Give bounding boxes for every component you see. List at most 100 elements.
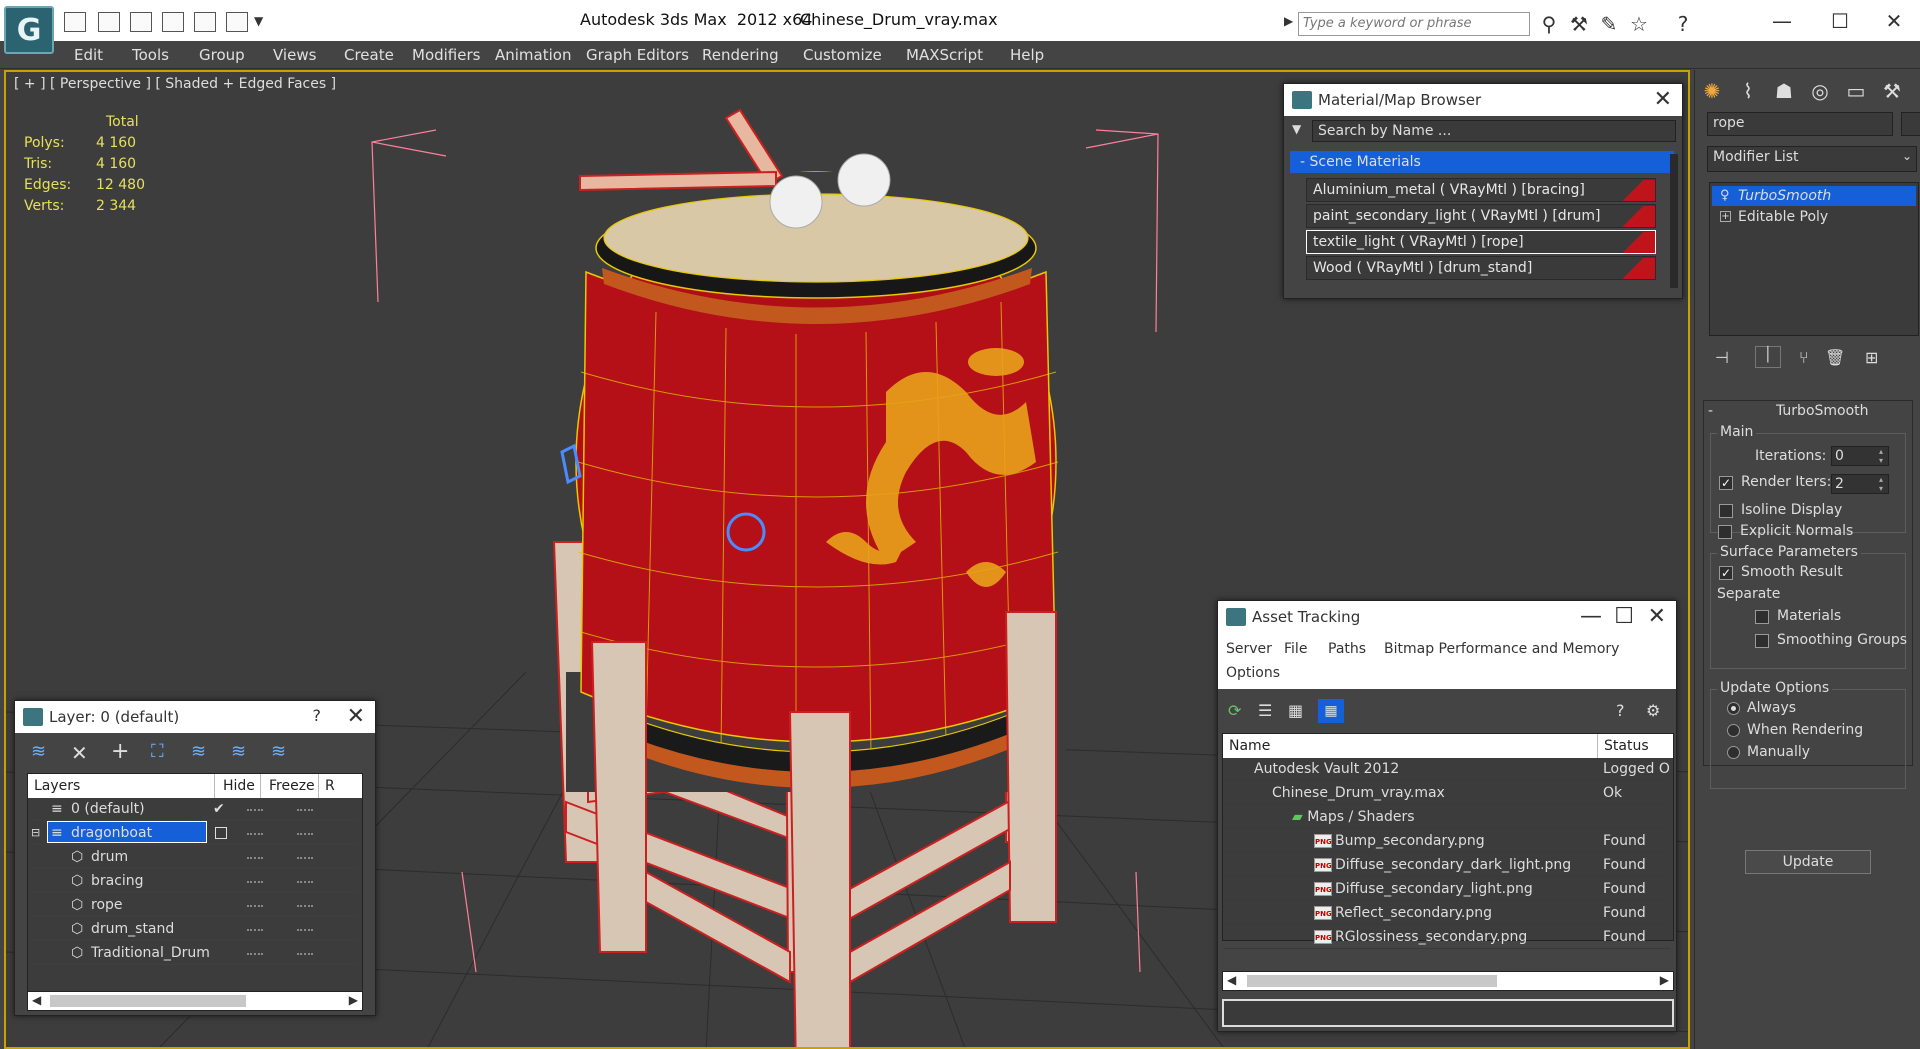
minimize-icon[interactable]: —	[1580, 604, 1602, 629]
hold-icon[interactable]	[194, 12, 216, 32]
stack-item-turbosmooth[interactable]: ♀ TurboSmooth	[1712, 186, 1916, 206]
render-iters-checkbox[interactable]: ✓	[1719, 476, 1733, 490]
expand-plus-icon[interactable]: +	[1720, 211, 1731, 222]
fetch-icon[interactable]	[226, 12, 248, 32]
display-tab-icon[interactable]: ▭	[1841, 76, 1871, 106]
menu-tools[interactable]: Tools	[132, 46, 169, 64]
col-freeze[interactable]: Freeze	[260, 774, 315, 798]
layer-object-rope[interactable]: ⬡ rope	[29, 893, 359, 917]
collapse-minus-icon[interactable]: ⊟	[31, 821, 40, 845]
material-search-input[interactable]: Search by Name ...	[1312, 120, 1676, 142]
menu-help[interactable]: Help	[1010, 46, 1044, 64]
scroll-thumb[interactable]	[50, 995, 246, 1007]
menu-views[interactable]: Views	[273, 46, 316, 64]
hide-unhide-all-icon[interactable]: ≋	[231, 741, 246, 762]
create-tab-icon[interactable]: ✺	[1697, 76, 1727, 106]
show-end-result-icon[interactable]: │	[1755, 346, 1781, 368]
menu-bitmap-performance[interactable]: Bitmap Performance and Memory	[1384, 641, 1619, 657]
object-color-swatch[interactable]	[1901, 112, 1920, 136]
freeze-unfreeze-all-icon[interactable]: ≋	[271, 741, 286, 762]
asset-row-maps-folder[interactable]: ▰ Maps / Shaders	[1224, 805, 1670, 829]
material-item-wood[interactable]: Wood ( VRayMtl ) [drum_stand]	[1306, 256, 1656, 280]
col-status[interactable]: Status	[1597, 734, 1649, 758]
asset-row-max-file[interactable]: Chinese_Drum_vray.max Ok	[1224, 781, 1670, 805]
col-render[interactable]: R	[318, 774, 335, 798]
rollout-title[interactable]: TurboSmooth	[1776, 403, 1869, 419]
menu-graph-editors[interactable]: Graph Editors	[586, 46, 689, 64]
make-unique-icon[interactable]: ⑂	[1799, 348, 1809, 367]
stack-item-editable-poly[interactable]: + Editable Poly	[1712, 207, 1916, 227]
undo-icon[interactable]	[130, 12, 152, 32]
table-view-icon[interactable]: ▦	[1318, 699, 1344, 723]
menu-rendering[interactable]: Rendering	[702, 46, 779, 64]
binoculars-icon[interactable]: ⚲	[1536, 11, 1562, 37]
asset-row-vault[interactable]: Autodesk Vault 2012 Logged O	[1224, 757, 1670, 781]
minimize-icon[interactable]: —	[1760, 6, 1804, 36]
redo-icon[interactable]	[162, 12, 184, 32]
help-icon[interactable]: ?	[313, 706, 322, 725]
scene-materials-group[interactable]: - Scene Materials	[1290, 151, 1674, 173]
remove-modifier-icon[interactable]: 🗑	[1825, 348, 1845, 367]
isoline-display-checkbox[interactable]	[1719, 504, 1733, 518]
menu-options[interactable]: Options	[1226, 665, 1280, 681]
asset-row-png[interactable]: PNG Reflect_secondary.png Found	[1224, 901, 1670, 925]
hierarchy-tab-icon[interactable]: ☗	[1769, 76, 1799, 106]
scroll-right-icon[interactable]: ▶	[1660, 973, 1669, 987]
explicit-normals-checkbox[interactable]	[1718, 525, 1732, 539]
communication-icon[interactable]: ✎	[1596, 11, 1622, 37]
update-button[interactable]: Update	[1745, 850, 1871, 874]
rollout-collapse-icon[interactable]: -	[1708, 403, 1713, 419]
menu-animation[interactable]: Animation	[495, 46, 571, 64]
list-view-icon[interactable]: ☰	[1258, 701, 1272, 720]
smooth-result-checkbox[interactable]: ✓	[1719, 566, 1733, 580]
scroll-right-icon[interactable]: ▶	[349, 993, 358, 1007]
quick-access-dropdown-icon[interactable]: ▼	[254, 14, 263, 28]
asset-row-png[interactable]: PNG Bump_secondary.png Found	[1224, 829, 1670, 853]
current-layer-check-icon[interactable]: ✔	[213, 797, 225, 821]
asset-help-icon[interactable]: ?	[1616, 701, 1625, 720]
asset-row-png[interactable]: PNG Diffuse_secondary_light.png Found	[1224, 877, 1670, 901]
modifier-list-dropdown[interactable]: Modifier List ⌄	[1707, 146, 1917, 172]
search-input[interactable]: Type a keyword or phrase	[1298, 12, 1530, 36]
search-expand-icon[interactable]: ▶	[1284, 14, 1293, 28]
menu-server[interactable]: Server	[1226, 641, 1272, 657]
asset-row-png[interactable]: PNG RGlossiness_secondary.png Found	[1224, 925, 1670, 949]
menu-create[interactable]: Create	[344, 46, 394, 64]
motion-tab-icon[interactable]: ◎	[1805, 76, 1835, 106]
asset-path-field[interactable]	[1222, 999, 1674, 1027]
viewport-label[interactable]: [ + ] [ Perspective ] [ Shaded + Edged F…	[14, 76, 336, 92]
lightbulb-icon[interactable]: ♀	[1720, 186, 1730, 206]
make-current-layer-icon[interactable]	[215, 827, 227, 839]
menu-customize[interactable]: Customize	[803, 46, 882, 64]
layer-object-bracing[interactable]: ⬡ bracing	[29, 869, 359, 893]
app-logo-icon[interactable]: G	[4, 6, 54, 54]
scroll-left-icon[interactable]: ◀	[1227, 973, 1236, 987]
update-always-radio[interactable]	[1727, 702, 1740, 715]
update-manually-radio[interactable]	[1727, 746, 1740, 759]
material-item-paint[interactable]: paint_secondary_light ( VRayMtl ) [drum]	[1306, 204, 1656, 228]
layer-row-dragonboat[interactable]: ⊟ ≡ dragonboat	[29, 821, 359, 845]
menu-group[interactable]: Group	[199, 46, 245, 64]
menu-modifiers[interactable]: Modifiers	[412, 46, 480, 64]
material-browser-titlebar[interactable]: Material/Map Browser ✕	[1284, 84, 1682, 116]
browser-options-dropdown-icon[interactable]: ▼	[1292, 122, 1301, 136]
close-icon[interactable]: ✕	[1872, 6, 1916, 36]
add-to-layer-icon[interactable]: +	[111, 739, 129, 764]
layer-horizontal-scrollbar[interactable]: ◀ ▶	[27, 991, 363, 1011]
menu-paths[interactable]: Paths	[1328, 641, 1366, 657]
configure-modifier-sets-icon[interactable]: ⊞	[1865, 348, 1878, 367]
close-icon[interactable]: ✕	[347, 704, 365, 729]
material-item-textile[interactable]: textile_light ( VRayMtl ) [rope]	[1306, 230, 1656, 254]
update-when-rendering-radio[interactable]	[1727, 724, 1740, 737]
layer-object-traditional-drum[interactable]: ⬡ Traditional_Drum	[29, 941, 359, 965]
layer-object-drum[interactable]: ⬡ drum	[29, 845, 359, 869]
menu-maxscript[interactable]: MAXScript	[906, 46, 983, 64]
col-hide[interactable]: Hide	[214, 774, 255, 798]
object-name-field[interactable]: rope	[1707, 112, 1893, 136]
close-icon[interactable]: ✕	[1648, 604, 1666, 629]
create-layer-icon[interactable]: ≋	[31, 741, 46, 762]
layer-row-default[interactable]: ≡ 0 (default) ✔	[29, 797, 359, 821]
delete-layer-icon[interactable]: ✕	[71, 741, 88, 765]
layer-object-drum-stand[interactable]: ⬡ drum_stand	[29, 917, 359, 941]
favorites-star-icon[interactable]: ☆	[1626, 11, 1652, 37]
